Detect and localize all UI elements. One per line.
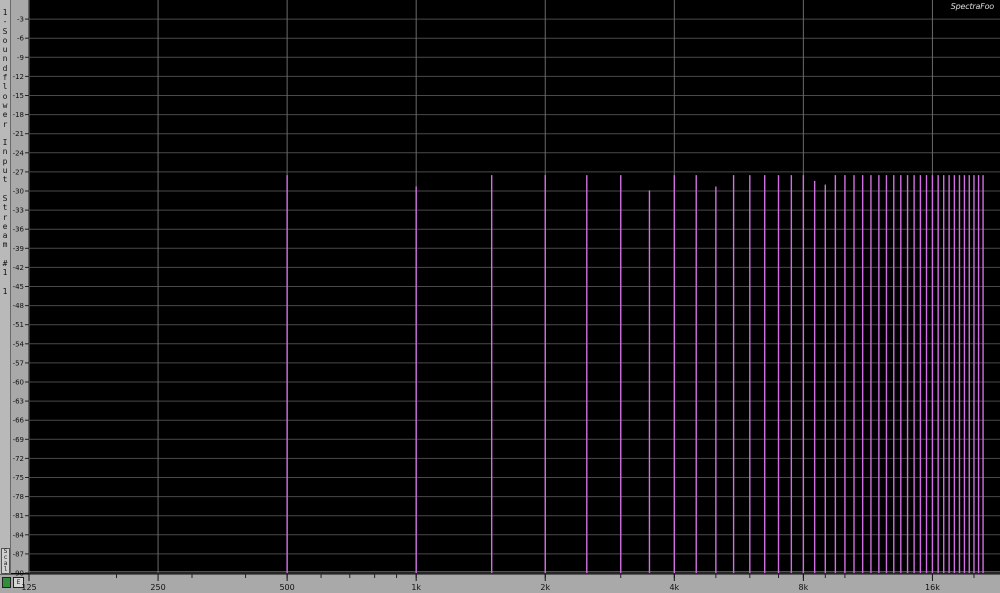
y-tick-label: -75 <box>13 474 24 482</box>
y-tick-label: -81 <box>13 512 24 520</box>
x-tick-label: 500 <box>279 583 294 592</box>
x-axis-ticks: 125 250 500 1k 2k 4k 8k 16k <box>21 574 975 592</box>
y-axis-ticks: -3 -6 -9 -12 -15 -18 -21 -24 -27 -30 -33 -36 -39 -42 -… <box>13 16 29 578</box>
x-tick-label: 250 <box>150 583 165 592</box>
x-tick-label: 4k <box>669 583 679 592</box>
y-tick-label: -3 <box>17 16 24 24</box>
y-tick-label: -39 <box>13 245 24 253</box>
y-tick-label: -9 <box>17 54 24 62</box>
y-tick-label: -24 <box>13 149 25 157</box>
spectrum-analyzer-window: 1 - S o u n d f l o w e r I n p u t S t … <box>0 0 1000 593</box>
y-tick-label: -63 <box>13 398 24 406</box>
y-tick-label: -42 <box>13 264 24 272</box>
brand-label: SpectraFoo <box>950 2 994 11</box>
y-tick-label: -54 <box>13 340 25 348</box>
y-tick-label: -30 <box>13 188 24 196</box>
y-tick-label: -69 <box>13 436 24 444</box>
y-tick-label: -57 <box>13 359 24 367</box>
y-tick-label: -27 <box>13 168 24 176</box>
y-tick-label: -36 <box>13 226 25 234</box>
y-tick-label: -78 <box>13 493 24 501</box>
y-tick-label: -60 <box>13 379 24 387</box>
y-tick-label: -66 <box>13 417 25 425</box>
y-tick-label: -48 <box>13 302 24 310</box>
y-tick-label: -87 <box>13 550 24 558</box>
x-tick-label: 16k <box>925 583 940 592</box>
y-tick-label: -33 <box>13 207 24 215</box>
y-tick-label: -18 <box>13 111 24 119</box>
y-tick-label: -12 <box>13 73 24 81</box>
y-tick-label: -72 <box>13 455 24 463</box>
y-tick-label: -84 <box>13 531 25 539</box>
y-tick-label: -6 <box>17 35 25 43</box>
y-tick-label: -45 <box>13 283 24 291</box>
x-tick-label: 8k <box>799 583 809 592</box>
x-tick-label: 2k <box>540 583 550 592</box>
y-tick-label: -15 <box>13 92 24 100</box>
spectrum-chart: -3 -6 -9 -12 -15 -18 -21 -24 -27 -30 -33 -36 -39 -42 -… <box>13 0 1000 592</box>
y-tick-label: -21 <box>13 130 24 138</box>
y-tick-label: -90 <box>13 570 24 578</box>
y-tick-label: -51 <box>13 321 24 329</box>
x-tick-label: 1k <box>411 583 421 592</box>
x-tick-label: 125 <box>21 583 36 592</box>
